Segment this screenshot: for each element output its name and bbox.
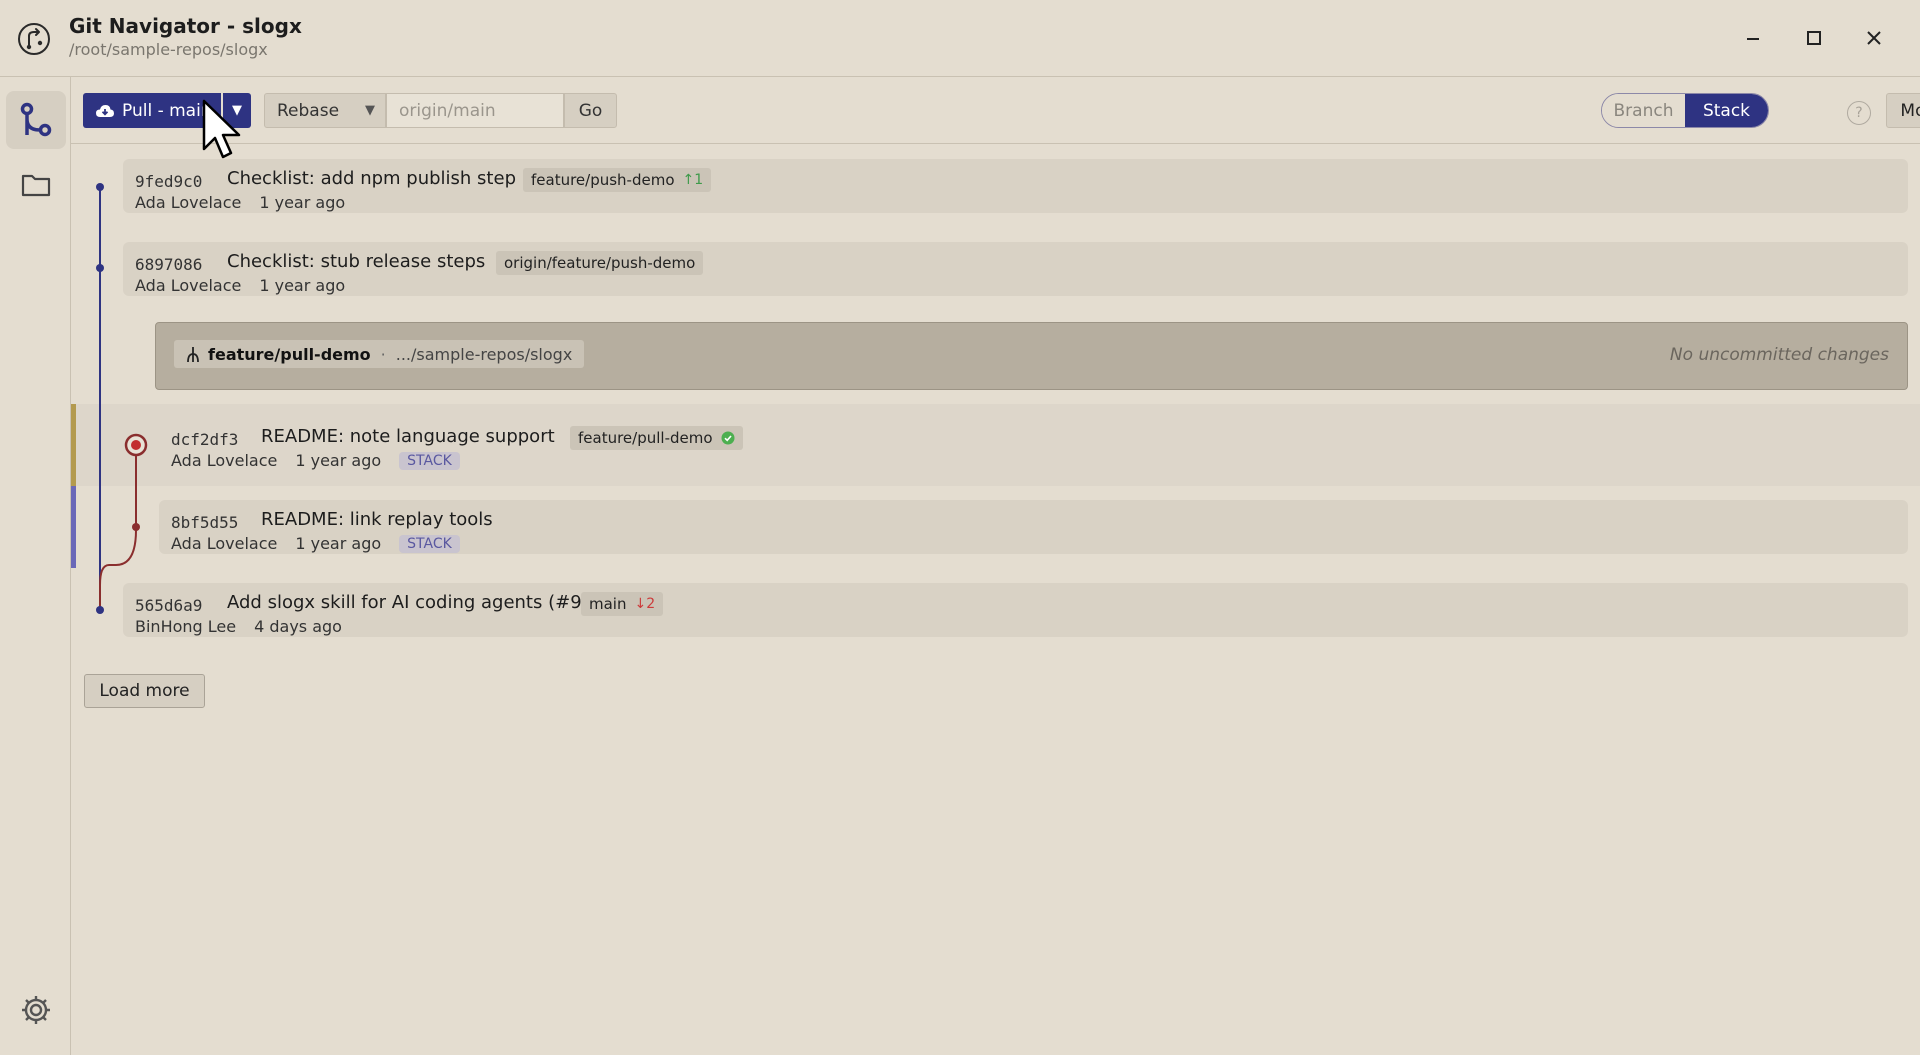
stack-badge: STACK bbox=[399, 452, 460, 470]
target-branch-input[interactable] bbox=[386, 93, 564, 128]
commit-time: 1 year ago bbox=[259, 193, 346, 212]
check-circle-icon bbox=[721, 431, 735, 445]
ahead-count: ↑1 bbox=[682, 172, 704, 188]
ref-name: feature/push-demo bbox=[531, 171, 675, 189]
worktree-chip[interactable]: feature/pull-demo · .../sample-repos/slo… bbox=[174, 340, 585, 368]
app-logo-icon bbox=[18, 23, 50, 55]
commit-message: Checklist: stub release steps bbox=[227, 251, 486, 272]
commit-meta: BinHong Lee 4 days ago bbox=[135, 617, 342, 636]
commit-sha: 6897086 bbox=[135, 255, 203, 274]
commit-node bbox=[96, 183, 104, 191]
ref-name: origin/feature/push-demo bbox=[504, 254, 696, 272]
help-button[interactable]: ? bbox=[1847, 101, 1871, 125]
commit-row[interactable]: 8bf5d55 README: link replay tools Ada Lo… bbox=[159, 500, 1908, 554]
behind-count: ↓2 bbox=[634, 596, 656, 612]
commit-sha: dcf2df3 bbox=[171, 430, 239, 449]
ref-name: feature/pull-demo bbox=[578, 429, 713, 447]
title-bar: Git Navigator - slogx /root/sample-repos… bbox=[0, 0, 1920, 77]
branch-ref-badge[interactable]: feature/pull-demo bbox=[570, 426, 743, 450]
branch-ref-badge[interactable]: feature/push-demo ↑1 bbox=[523, 168, 712, 192]
strategy-select[interactable]: Rebase ▼ bbox=[264, 93, 386, 128]
toolbar: Pull - main ▼ Rebase ▼ Go Branch Stack ?… bbox=[71, 77, 1920, 144]
commit-time: 1 year ago bbox=[295, 451, 382, 470]
commit-time: 4 days ago bbox=[254, 617, 342, 636]
settings-button[interactable] bbox=[6, 981, 66, 1039]
commit-author: Ada Lovelace bbox=[171, 534, 278, 553]
commit-time: 1 year ago bbox=[259, 276, 346, 295]
commit-row[interactable]: 565d6a9 Add slogx skill for AI coding ag… bbox=[123, 583, 1908, 637]
commit-row[interactable]: dcf2df3 README: note language support fe… bbox=[159, 417, 1908, 471]
repo-path: /root/sample-repos/slogx bbox=[69, 40, 268, 59]
pull-button[interactable]: Pull - main bbox=[83, 93, 221, 128]
worktree-separator: · bbox=[380, 344, 386, 364]
more-label: More bbox=[1900, 100, 1920, 121]
maximize-icon bbox=[1807, 31, 1821, 45]
ref-name: main bbox=[589, 595, 627, 613]
folder-icon bbox=[21, 174, 51, 197]
view-mode-toggle: Branch Stack bbox=[1601, 93, 1769, 128]
minimize-button[interactable] bbox=[1737, 22, 1769, 54]
branch-graph-icon bbox=[20, 102, 52, 137]
view-mode-branch[interactable]: Branch bbox=[1602, 94, 1685, 127]
commit-node bbox=[96, 264, 104, 272]
commit-author: Ada Lovelace bbox=[171, 451, 278, 470]
commit-author: Ada Lovelace bbox=[135, 276, 242, 295]
commit-meta: Ada Lovelace 1 year ago STACK bbox=[171, 451, 460, 470]
minimize-icon bbox=[1747, 38, 1759, 40]
worktree-card: feature/pull-demo · .../sample-repos/slo… bbox=[155, 322, 1908, 390]
commit-message: Add slogx skill for AI coding agents (#9… bbox=[227, 592, 601, 613]
commit-time: 1 year ago bbox=[295, 534, 382, 553]
worktree-status: No uncommitted changes bbox=[1669, 345, 1889, 365]
sidebar-item-files[interactable] bbox=[6, 156, 66, 214]
chevron-down-icon: ▼ bbox=[365, 103, 375, 118]
go-button[interactable]: Go bbox=[564, 93, 617, 128]
settings-gear-icon bbox=[22, 996, 50, 1024]
commit-author: BinHong Lee bbox=[135, 617, 237, 636]
sidebar-item-graph[interactable] bbox=[6, 91, 66, 149]
commit-meta: Ada Lovelace 1 year ago STACK bbox=[171, 534, 460, 553]
commit-row[interactable]: 6897086 Checklist: stub release steps or… bbox=[123, 242, 1908, 296]
sidebar bbox=[0, 77, 71, 1055]
pull-button-label: Pull - main bbox=[122, 100, 212, 121]
stack-badge: STACK bbox=[399, 535, 460, 553]
worktree-path: .../sample-repos/slogx bbox=[395, 344, 573, 364]
commit-sha: 9fed9c0 bbox=[135, 172, 203, 191]
commit-author: Ada Lovelace bbox=[135, 193, 242, 212]
pull-options-dropdown[interactable]: ▼ bbox=[223, 93, 251, 128]
commit-meta: Ada Lovelace 1 year ago bbox=[135, 193, 345, 212]
close-button[interactable] bbox=[1858, 22, 1890, 54]
commit-row[interactable]: 9fed9c0 Checklist: add npm publish step … bbox=[123, 159, 1908, 213]
maximize-button[interactable] bbox=[1798, 22, 1830, 54]
window-title: Git Navigator - slogx bbox=[69, 14, 302, 38]
commit-list: 9fed9c0 Checklist: add npm publish step … bbox=[71, 145, 1920, 1055]
commit-node bbox=[96, 606, 104, 614]
branch-ref-badge[interactable]: origin/feature/push-demo bbox=[496, 251, 704, 275]
branch-ref-badge[interactable]: main ↓2 bbox=[581, 592, 664, 616]
commit-sha: 8bf5d55 bbox=[171, 513, 239, 532]
commit-sha: 565d6a9 bbox=[135, 596, 203, 615]
close-icon bbox=[1867, 31, 1881, 45]
more-menu-button[interactable]: More bbox=[1886, 93, 1920, 128]
worktree-branch: feature/pull-demo bbox=[208, 344, 371, 364]
worktree-fork-icon bbox=[187, 347, 199, 363]
view-mode-stack[interactable]: Stack bbox=[1685, 94, 1768, 127]
commit-node bbox=[132, 523, 140, 531]
cloud-download-icon bbox=[95, 103, 115, 119]
commit-message: README: link replay tools bbox=[261, 509, 493, 530]
strategy-value: Rebase bbox=[277, 100, 340, 121]
load-more-button[interactable]: Load more bbox=[84, 674, 205, 708]
commit-message: Checklist: add npm publish step bbox=[227, 168, 516, 189]
commit-message: README: note language support bbox=[261, 426, 555, 447]
commit-meta: Ada Lovelace 1 year ago bbox=[135, 276, 345, 295]
